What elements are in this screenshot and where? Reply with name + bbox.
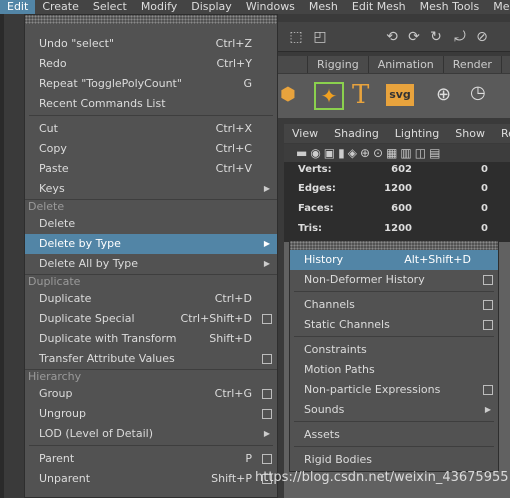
menu-item-duplicate-special[interactable]: Duplicate Special Ctrl+Shift+D — [25, 309, 277, 329]
menu-item-paste[interactable]: Paste Ctrl+V — [25, 159, 277, 179]
submenu-arrow-icon: ▶ — [263, 239, 271, 248]
menu-display[interactable]: Display — [184, 0, 239, 14]
watermark-text: https://blog.csdn.net/weixin_43675955 — [255, 470, 509, 485]
submenu-item-channels[interactable]: Channels — [290, 295, 498, 315]
menu-item-cut[interactable]: Cut Ctrl+X — [25, 119, 277, 139]
submenu-item-assets[interactable]: Assets — [290, 425, 498, 445]
divider — [294, 291, 494, 292]
menu-modify[interactable]: Modify — [134, 0, 184, 14]
submenu-arrow-icon: ▶ — [263, 184, 271, 193]
lasso-tool-icon[interactable]: ◰ — [310, 27, 330, 47]
panel-menubar: View Shading Lighting Show Ren — [284, 124, 510, 143]
manipulator-icon[interactable]: ⊕ — [436, 84, 451, 105]
snap-surface-icon[interactable]: ⤾ — [450, 27, 470, 47]
panel-menu-lighting[interactable]: Lighting — [387, 124, 447, 143]
menu-item-delete[interactable]: Delete — [25, 214, 277, 234]
select-tool-icon[interactable]: ⬚ — [286, 27, 306, 47]
shelf-tab-rigging[interactable]: Rigging — [308, 56, 369, 73]
menu-item-keys[interactable]: Keys ▶ — [25, 179, 277, 199]
submenu-arrow-icon: ▶ — [263, 429, 271, 438]
main-menubar: Edit Create Select Modify Display Window… — [0, 0, 510, 14]
snap-point-icon[interactable]: ⟳ — [404, 27, 424, 47]
shelf-tab-render[interactable]: Render — [444, 56, 502, 73]
menu-select[interactable]: Select — [86, 0, 134, 14]
divider — [294, 421, 494, 422]
star-icon[interactable]: ✦ — [314, 82, 344, 110]
submenu-item-non-deformer-history[interactable]: Non-Deformer History — [290, 270, 498, 290]
panel-toolbar: ▬◉▣▮◈⊕⊙▦▥◫▤ — [284, 144, 510, 162]
tear-off-grip[interactable] — [290, 241, 498, 250]
snap-view-icon[interactable]: ↻ — [426, 27, 446, 47]
menu-item-duplicate[interactable]: Duplicate Ctrl+D — [25, 289, 277, 309]
tear-off-grip[interactable] — [25, 15, 277, 24]
option-box-icon[interactable] — [483, 275, 493, 285]
poly-count-hud: Verts: 602 0 Edges: 1200 0 Faces: 600 0 Tris: 1… — [284, 162, 510, 242]
shelf-tab-animation[interactable]: Animation — [369, 56, 444, 73]
section-header-duplicate: Duplicate — [25, 274, 277, 288]
submenu-item-history[interactable]: History Alt+Shift+D — [290, 250, 498, 270]
submenu-arrow-icon: ▶ — [263, 259, 271, 268]
menu-edit[interactable]: Edit — [0, 0, 36, 14]
menu-edit-mesh[interactable]: Edit Mesh — [345, 0, 413, 14]
panel-menu-shading[interactable]: Shading — [326, 124, 387, 143]
text-icon[interactable]: T — [352, 80, 369, 110]
menu-mesh-tools[interactable]: Mesh Tools — [413, 0, 487, 14]
option-box-icon[interactable] — [483, 300, 493, 310]
left-strip — [0, 14, 4, 498]
shelf-tabs: Rigging Animation Render — [278, 56, 510, 73]
divider — [294, 446, 494, 447]
panel-tool-icons[interactable]: ▬◉▣▮◈⊕⊙▦▥◫▤ — [296, 146, 443, 160]
menu-item-delete-by-type[interactable]: Delete by Type ▶ — [25, 234, 277, 254]
option-box-icon[interactable] — [262, 454, 272, 464]
option-box-icon[interactable] — [262, 354, 272, 364]
menu-windows[interactable]: Windows — [239, 0, 302, 14]
panel-menu-show[interactable]: Show — [447, 124, 493, 143]
section-header-delete: Delete — [25, 199, 277, 213]
submenu-item-non-particle-expressions[interactable]: Non-particle Expressions — [290, 380, 498, 400]
submenu-item-rigid-bodies[interactable]: Rigid Bodies — [290, 450, 498, 470]
submenu-item-motion-paths[interactable]: Motion Paths — [290, 360, 498, 380]
submenu-item-sounds[interactable]: Sounds ▶ — [290, 400, 498, 420]
option-box-icon[interactable] — [483, 320, 493, 330]
panel-menu-renderer[interactable]: Ren — [493, 124, 510, 143]
menu-create[interactable]: Create — [35, 0, 86, 14]
divider — [29, 115, 273, 116]
menu-item-transfer-attribute-values[interactable]: Transfer Attribute Values — [25, 349, 277, 369]
snap-live-icon[interactable]: ⊘ — [472, 27, 492, 47]
section-header-hierarchy: Hierarchy — [25, 369, 277, 383]
menu-item-recent-commands[interactable]: Recent Commands List — [25, 94, 277, 114]
snap-curve-icon[interactable]: ⟲ — [382, 27, 402, 47]
option-box-icon[interactable] — [262, 409, 272, 419]
menu-item-unparent[interactable]: Unparent Shift+P — [25, 469, 277, 489]
menu-item-delete-all-by-type[interactable]: Delete All by Type ▶ — [25, 254, 277, 274]
panel-menu-view[interactable]: View — [284, 124, 326, 143]
delete-by-type-submenu: History Alt+Shift+D Non-Deformer History… — [289, 240, 499, 472]
menu-item-redo[interactable]: Redo Ctrl+Y — [25, 54, 277, 74]
menu-mesh-display[interactable]: Mesh — [486, 0, 510, 14]
menu-item-group[interactable]: Group Ctrl+G — [25, 384, 277, 404]
shelf-tab[interactable] — [278, 56, 308, 73]
poly-icon[interactable]: ⬢ — [280, 84, 302, 108]
menu-item-undo[interactable]: Undo "select" Ctrl+Z — [25, 34, 277, 54]
submenu-item-constraints[interactable]: Constraints — [290, 340, 498, 360]
menu-mesh[interactable]: Mesh — [302, 0, 345, 14]
option-box-icon[interactable] — [262, 314, 272, 324]
option-box-icon[interactable] — [262, 389, 272, 399]
edit-menu: Undo "select" Ctrl+Z Redo Ctrl+Y Repeat … — [24, 14, 278, 498]
menu-item-repeat[interactable]: Repeat "TogglePolyCount" G — [25, 74, 277, 94]
timer-icon[interactable]: ◷ — [470, 82, 486, 103]
shelf: ⬢ ✦ T svg ⊕ ◷ — [278, 74, 510, 118]
divider — [294, 336, 494, 337]
svg-icon[interactable]: svg — [386, 84, 414, 106]
menu-item-duplicate-with-transform[interactable]: Duplicate with Transform Shift+D — [25, 329, 277, 349]
menu-item-lod[interactable]: LOD (Level of Detail) ▶ — [25, 424, 277, 444]
option-box-icon[interactable] — [483, 385, 493, 395]
divider — [29, 445, 273, 446]
menu-item-parent[interactable]: Parent P — [25, 449, 277, 469]
submenu-arrow-icon: ▶ — [484, 405, 492, 414]
menu-item-copy[interactable]: Copy Ctrl+C — [25, 139, 277, 159]
submenu-item-static-channels[interactable]: Static Channels — [290, 315, 498, 335]
menu-item-ungroup[interactable]: Ungroup — [25, 404, 277, 424]
